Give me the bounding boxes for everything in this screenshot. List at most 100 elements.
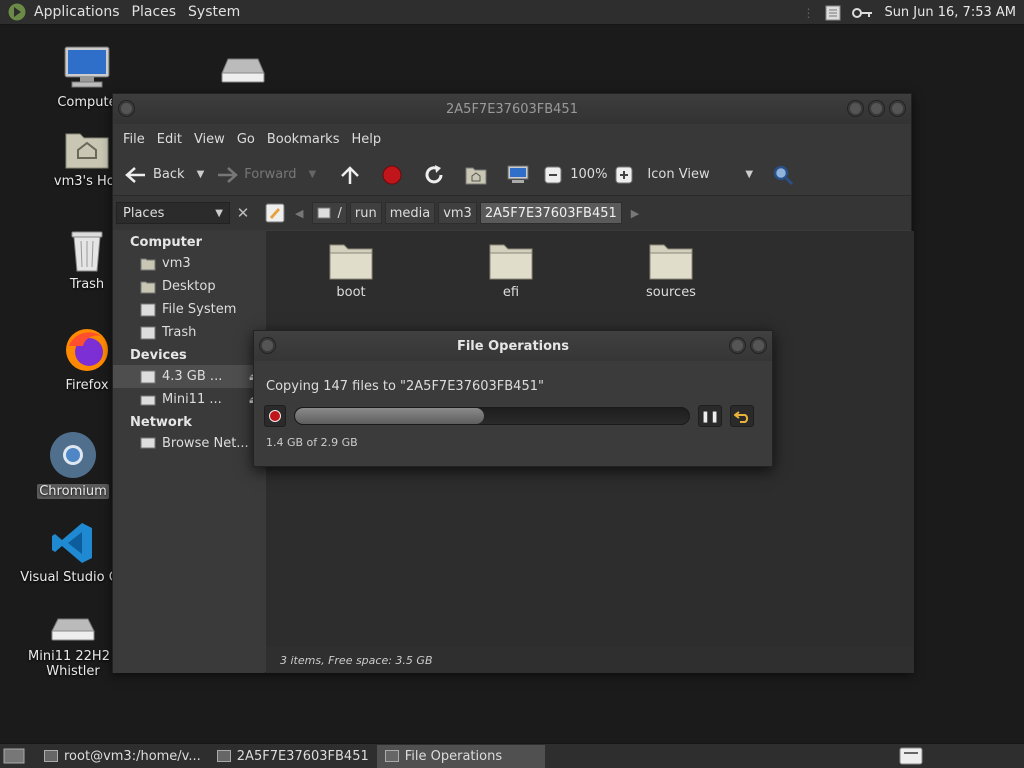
desktop-icon-label: Firefox: [65, 378, 109, 393]
zoom-level[interactable]: 100%: [570, 167, 607, 182]
drive-icon: [51, 618, 95, 641]
desktop-icon-drive-top[interactable]: [188, 55, 298, 89]
desktop-icon-label-line2: Whistler: [46, 664, 100, 679]
sidebar-header-computer: Computer: [130, 235, 203, 250]
task-file-operations[interactable]: File Operations: [376, 744, 545, 768]
trash-icon: [140, 326, 156, 339]
folder-sources[interactable]: sources: [621, 241, 721, 300]
menu-edit[interactable]: Edit: [151, 132, 188, 147]
handle-icon: ⋮: [802, 5, 815, 20]
toolbar: Back ▼ Forward ▼ 100% Icon View ▼: [113, 154, 911, 196]
cancel-copy-button[interactable]: [264, 405, 286, 427]
forward-button[interactable]: Forward: [212, 166, 300, 184]
minimize-button[interactable]: [848, 101, 863, 116]
desktop-icon-label: Mini11 22H2 I: [28, 649, 118, 664]
system-menu[interactable]: System: [182, 4, 246, 20]
window-menu-button[interactable]: [119, 101, 134, 116]
zoom-in-icon[interactable]: [615, 166, 633, 184]
breadcrumb-label: run: [354, 205, 377, 221]
view-mode-dropdown[interactable]: ▼: [745, 169, 753, 180]
bottom-taskbar: root@vm3:/home/v... 2A5F7E37603FB451 Fil…: [0, 743, 1024, 768]
menu-view[interactable]: View: [188, 132, 231, 147]
zoom-out-icon[interactable]: [544, 166, 562, 184]
sidebar-item-device-mini11[interactable]: Mini11 ... ⏏: [113, 388, 265, 411]
distro-logo-icon[interactable]: [6, 1, 28, 23]
copy-size-text: 1.4 GB of 2.9 GB: [266, 436, 358, 449]
dialog-titlebar[interactable]: File Operations: [254, 331, 772, 361]
breadcrumb-root[interactable]: /: [312, 202, 347, 224]
breadcrumb-media[interactable]: media: [384, 202, 436, 224]
window-titlebar[interactable]: 2A5F7E37603FB451: [113, 94, 911, 124]
sidebar-item-filesystem[interactable]: File System: [113, 298, 265, 321]
sidebar-item-device-4gb[interactable]: 4.3 GB ... ⏏: [113, 365, 265, 388]
places-select[interactable]: Places ▼: [116, 202, 230, 224]
sidebar-item-label: Trash: [162, 325, 197, 340]
desktop-icon-label: Chromium: [37, 484, 109, 499]
breadcrumb-right-arrow[interactable]: ▶: [631, 207, 639, 220]
drive-icon: [317, 207, 331, 219]
task-file-manager[interactable]: 2A5F7E37603FB451: [209, 745, 377, 768]
back-button[interactable]: Back: [121, 166, 189, 184]
task-label: 2A5F7E37603FB451: [236, 748, 369, 764]
applications-menu[interactable]: Applications: [28, 4, 126, 20]
computer-icon[interactable]: [506, 164, 530, 186]
file-operations-dialog: File Operations Copying 147 files to "2A…: [253, 330, 773, 467]
desktop-icon-label: Trash: [69, 277, 105, 292]
show-desktop-icon[interactable]: [2, 746, 26, 766]
breadcrumb-vm3[interactable]: vm3: [438, 202, 477, 224]
menu-help[interactable]: Help: [345, 132, 387, 147]
folder-efi[interactable]: efi: [461, 241, 561, 300]
top-panel: Applications Places System ⋮ Sun Jun 16,…: [0, 0, 1024, 25]
status-bar: 3 items, Free space: 3.5 GB: [266, 647, 914, 673]
forward-history-dropdown[interactable]: ▼: [309, 169, 317, 180]
undo-button[interactable]: [730, 405, 754, 427]
back-history-dropdown[interactable]: ▼: [197, 169, 205, 180]
breadcrumb-left-arrow[interactable]: ◀: [295, 207, 303, 220]
forward-label: Forward: [244, 167, 297, 182]
folder-boot[interactable]: boot: [301, 241, 401, 300]
stop-icon[interactable]: [380, 163, 404, 187]
dialog-menu-button[interactable]: [260, 338, 275, 353]
vscode-icon: [52, 523, 92, 563]
menu-file[interactable]: File: [117, 132, 151, 147]
desktop-icon-label: Compute: [57, 95, 117, 110]
clock[interactable]: Sun Jun 16, 7:53 AM: [884, 5, 1016, 20]
sidebar-header-devices: Devices: [130, 348, 187, 363]
clipboard-icon[interactable]: [824, 4, 842, 22]
close-button[interactable]: [890, 101, 905, 116]
reload-icon[interactable]: [422, 163, 446, 187]
search-icon[interactable]: [771, 163, 795, 187]
close-sidebar-icon[interactable]: ✕: [232, 202, 254, 224]
places-sidebar: Computer vm3 Desktop File System Trash D…: [113, 231, 265, 673]
menu-go[interactable]: Go: [231, 132, 261, 147]
breadcrumb-label: 2A5F7E37603FB451: [484, 205, 617, 221]
breadcrumb-run[interactable]: run: [349, 202, 382, 224]
keyring-icon[interactable]: [852, 6, 874, 20]
drive-icon: [140, 370, 156, 383]
breadcrumb-label: /: [337, 205, 342, 221]
dialog-minimize-button[interactable]: [730, 338, 745, 353]
home-folder-icon: [140, 258, 156, 270]
places-menu[interactable]: Places: [126, 4, 183, 20]
sidebar-item-browse-network[interactable]: Browse Net...: [113, 432, 265, 455]
edit-location-icon[interactable]: [264, 202, 286, 224]
sidebar-item-desktop[interactable]: Desktop: [113, 275, 265, 298]
drive-icon: [216, 750, 231, 762]
home-icon[interactable]: [464, 164, 488, 186]
up-arrow-icon[interactable]: [338, 164, 362, 186]
breadcrumb-current[interactable]: 2A5F7E37603FB451: [479, 202, 622, 224]
view-mode-select[interactable]: Icon View: [647, 167, 737, 182]
sidebar-item-vm3[interactable]: vm3: [113, 252, 265, 275]
firefox-icon: [66, 329, 108, 371]
trash-applet-icon[interactable]: [898, 746, 924, 766]
menu-bookmarks[interactable]: Bookmarks: [261, 132, 346, 147]
breadcrumb-label: media: [389, 205, 431, 221]
folder-label: efi: [502, 285, 520, 300]
copy-progress-bar: [294, 407, 690, 425]
maximize-button[interactable]: [869, 101, 884, 116]
task-terminal[interactable]: root@vm3:/home/v...: [36, 745, 209, 768]
sidebar-item-trash[interactable]: Trash: [113, 321, 265, 344]
pause-button[interactable]: ❚❚: [698, 405, 722, 427]
dialog-close-button[interactable]: [751, 338, 766, 353]
folder-label: sources: [646, 285, 696, 300]
